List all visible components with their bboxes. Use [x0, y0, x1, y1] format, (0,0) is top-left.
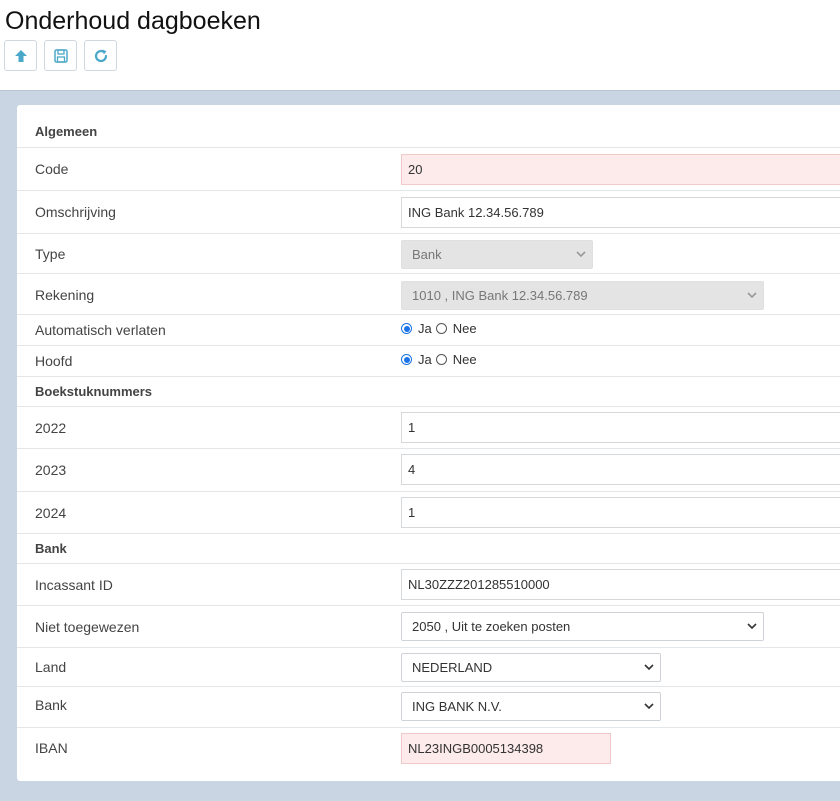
land-select-value: NEDERLAND	[412, 660, 493, 675]
section-header: Boekstuknummers	[35, 384, 153, 399]
refresh-icon	[94, 49, 107, 62]
top-bar: Onderhoud dagboeken	[0, 0, 840, 91]
arrow-up-icon	[14, 49, 27, 62]
hoofd-no-label: Nee	[452, 352, 477, 367]
hoofd-label: Hoofd	[35, 353, 73, 369]
section-algemeen: Algemeen	[17, 105, 840, 147]
chevron-down-icon	[576, 251, 586, 258]
year-2023-label: 2023	[35, 462, 67, 478]
year-2022-label: 2022	[35, 420, 67, 436]
section-header: Bank	[35, 541, 67, 556]
omschrijving-field[interactable]: ING Bank 12.34.56.789	[401, 197, 840, 228]
auto-radio-group: Ja Nee	[401, 321, 477, 336]
chevron-down-icon	[644, 703, 654, 710]
auto-no-label: Nee	[452, 321, 477, 336]
save-button[interactable]	[44, 40, 77, 71]
section-bank: Bank	[17, 533, 840, 563]
omschrijving-label: Omschrijving	[35, 204, 116, 220]
year-2024-label: 2024	[35, 505, 67, 521]
auto-yes-label: Ja	[418, 321, 432, 336]
row-2024: 2024 1	[17, 491, 840, 533]
iban-label: IBAN	[35, 740, 68, 756]
auto-no-radio[interactable]	[435, 323, 447, 334]
rekening-label: Rekening	[35, 287, 95, 303]
chevron-down-icon	[747, 292, 757, 299]
hoofd-yes-label: Ja	[418, 352, 432, 367]
type-label: Type	[35, 246, 66, 262]
bank-select-value: ING BANK N.V.	[412, 699, 502, 714]
niet-toegewezen-value: 2050 , Uit te zoeken posten	[412, 619, 571, 634]
row-niet-toegewezen: Niet toegewezen 2050 , Uit te zoeken pos…	[17, 605, 840, 647]
code-field[interactable]: 20	[401, 154, 840, 185]
year-2023-field[interactable]: 4	[401, 454, 840, 485]
bank-label: Bank	[35, 697, 67, 713]
type-select[interactable]: Bank	[401, 240, 593, 269]
row-2023: 2023 4	[17, 448, 840, 491]
hoofd-no-radio[interactable]	[435, 354, 447, 365]
auto-yes-radio[interactable]	[401, 323, 412, 334]
row-land: Land NEDERLAND	[17, 647, 840, 686]
row-hoofd: Hoofd Ja Nee	[17, 345, 840, 376]
row-bank: Bank ING BANK N.V.	[17, 686, 840, 727]
page-title: Onderhoud dagboeken	[5, 7, 261, 35]
up-button[interactable]	[4, 40, 37, 71]
toolbar	[4, 40, 117, 71]
year-2022-field[interactable]: 1	[401, 412, 840, 443]
rekening-select[interactable]: 1010 , ING Bank 12.34.56.789	[401, 281, 764, 310]
hoofd-yes-radio[interactable]	[401, 354, 412, 365]
row-incassant-id: Incassant ID NL30ZZZ201285510000	[17, 563, 840, 605]
incassant-label: Incassant ID	[35, 577, 113, 593]
niet-toegewezen-label: Niet toegewezen	[35, 619, 140, 635]
row-automatisch-verlaten: Automatisch verlaten Ja Nee	[17, 314, 840, 345]
auto-label: Automatisch verlaten	[35, 322, 166, 338]
section-boekstuknummers: Boekstuknummers	[17, 376, 840, 406]
row-type: Type Bank	[17, 233, 840, 273]
incassant-field[interactable]: NL30ZZZ201285510000	[401, 569, 840, 600]
journal-form-panel: Algemeen Code 20 Omschrijving ING Bank 1…	[17, 105, 840, 781]
hoofd-radio-group: Ja Nee	[401, 352, 477, 367]
year-2024-field[interactable]: 1	[401, 497, 840, 528]
row-iban: IBAN NL23INGB0005134398	[17, 727, 840, 775]
chevron-down-icon	[644, 664, 654, 671]
land-label: Land	[35, 659, 67, 675]
bank-select[interactable]: ING BANK N.V.	[401, 692, 661, 721]
type-select-value: Bank	[412, 247, 442, 262]
land-select[interactable]: NEDERLAND	[401, 653, 661, 682]
chevron-down-icon	[747, 623, 757, 630]
row-code: Code 20	[17, 147, 840, 190]
row-2022: 2022 1	[17, 406, 840, 448]
rekening-select-value: 1010 , ING Bank 12.34.56.789	[412, 288, 588, 303]
save-icon	[53, 48, 68, 63]
refresh-button[interactable]	[84, 40, 117, 71]
section-header: Algemeen	[35, 124, 98, 139]
row-rekening: Rekening 1010 , ING Bank 12.34.56.789	[17, 273, 840, 314]
iban-field[interactable]: NL23INGB0005134398	[401, 733, 611, 764]
code-label: Code	[35, 161, 69, 177]
row-omschrijving: Omschrijving ING Bank 12.34.56.789	[17, 190, 840, 233]
niet-toegewezen-select[interactable]: 2050 , Uit te zoeken posten	[401, 612, 764, 641]
